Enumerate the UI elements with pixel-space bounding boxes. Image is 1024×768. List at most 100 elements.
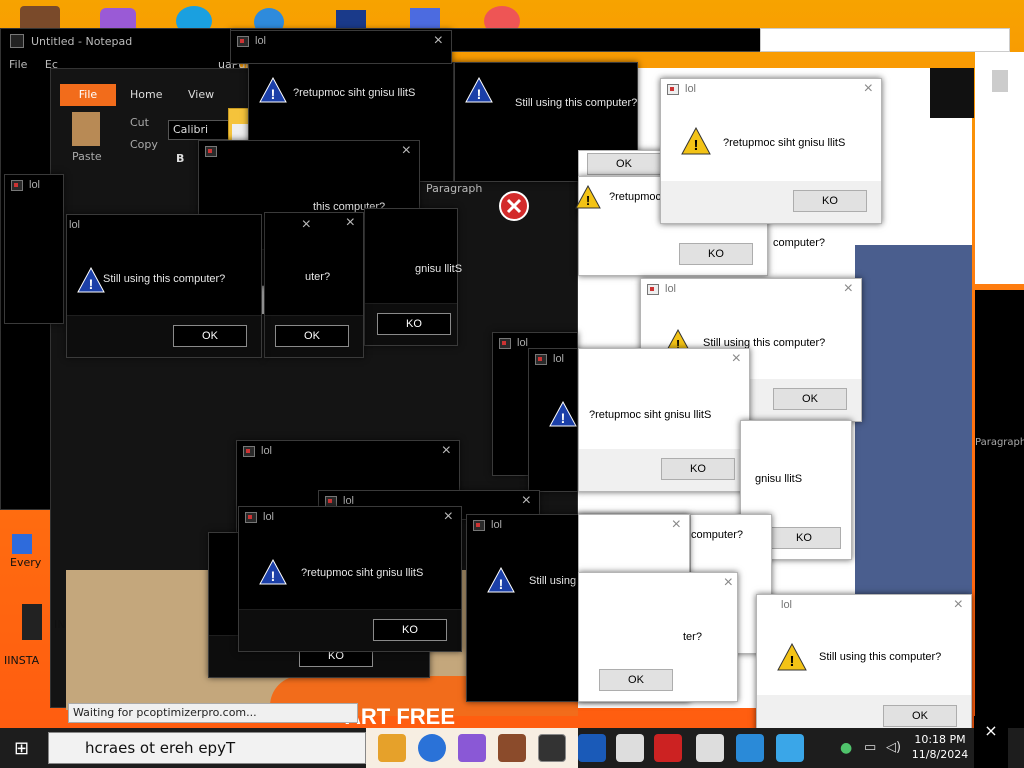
svg-text:!: ! bbox=[790, 653, 795, 670]
dialog-dark[interactable]: gnisu llitS KO bbox=[364, 208, 462, 346]
paste-label: Paste bbox=[72, 150, 102, 163]
warning-blue-icon: ! bbox=[487, 567, 515, 593]
ko-button[interactable]: KO bbox=[767, 527, 841, 549]
ok-button[interactable]: OK bbox=[173, 325, 247, 347]
app-icon[interactable] bbox=[736, 734, 764, 762]
app-icon[interactable] bbox=[776, 734, 804, 762]
banner-text: ART FREE bbox=[345, 704, 455, 729]
warning-yellow-icon: ! bbox=[681, 127, 711, 155]
dialog-light[interactable]: × ter? OK bbox=[578, 572, 738, 702]
ok-button[interactable]: OK bbox=[883, 705, 957, 727]
warning-blue-icon: ! bbox=[549, 401, 577, 427]
desktop-icon-installer[interactable] bbox=[22, 604, 42, 640]
close-icon[interactable]: × bbox=[954, 596, 963, 614]
file-explorer-icon[interactable] bbox=[378, 734, 406, 762]
dialog-title: lol bbox=[685, 83, 697, 95]
teams-icon[interactable] bbox=[458, 734, 486, 762]
dialog-dark[interactable]: lol bbox=[4, 174, 64, 324]
dialog-message: ?retupmoc siht gnisu llitS bbox=[589, 409, 712, 421]
volume-icon[interactable]: ◁) bbox=[886, 740, 901, 755]
windows-start-icon[interactable]: ⊞ bbox=[14, 738, 29, 759]
ko-button[interactable]: KO bbox=[793, 190, 867, 212]
ok-button[interactable]: OK bbox=[599, 669, 673, 691]
app-icon[interactable] bbox=[498, 734, 526, 762]
dialog-app-icon bbox=[237, 36, 249, 47]
dialog-light[interactable]: lol × ! Still using this computer? OK bbox=[756, 594, 972, 738]
dialog-dark[interactable]: × uter? OK bbox=[264, 212, 364, 358]
hamburger-icon[interactable]: ☰ bbox=[960, 120, 973, 136]
warning-blue-icon: ! bbox=[259, 77, 287, 103]
paragraph-label: Paragraph bbox=[426, 182, 483, 195]
ko-button[interactable]: KO bbox=[377, 313, 451, 335]
taskbar-clock[interactable]: 10:18 PM 11/8/2024 bbox=[910, 732, 970, 762]
dialog-message: Still using this computer? bbox=[515, 97, 638, 109]
ko-button[interactable]: KO bbox=[373, 619, 447, 641]
dialog-title: lol bbox=[665, 283, 677, 295]
close-icon[interactable]: × bbox=[402, 142, 411, 160]
dialog-dark[interactable]: lol × ! ?retupmoc siht gnisu llitS KO bbox=[238, 506, 462, 652]
app-icon[interactable] bbox=[616, 734, 644, 762]
app-icon[interactable] bbox=[654, 734, 682, 762]
close-icon[interactable]: × bbox=[442, 442, 451, 460]
close-icon[interactable]: × bbox=[844, 280, 853, 298]
dialog-title: lol bbox=[491, 519, 503, 531]
dialog-message: ?retupmoc siht gnisu llitS bbox=[723, 137, 846, 149]
close-icon[interactable]: × bbox=[864, 80, 873, 98]
close-icon[interactable]: × bbox=[434, 32, 443, 50]
word-view-tab[interactable]: View bbox=[188, 88, 214, 101]
warning-blue-icon: ! bbox=[259, 559, 287, 585]
dialog-title: lol bbox=[69, 219, 81, 231]
paste-icon[interactable] bbox=[72, 112, 100, 146]
dialog-message-fragment: computer? bbox=[773, 237, 825, 249]
taskbar-date: 11/8/2024 bbox=[911, 748, 969, 761]
close-icon[interactable]: × bbox=[346, 214, 355, 232]
close-icon[interactable]: × bbox=[302, 216, 311, 234]
dialog-dark[interactable]: lol × ! Still using this computer? OK bbox=[66, 214, 311, 358]
dialog-title: lol bbox=[781, 599, 793, 611]
user-icon[interactable]: ● bbox=[840, 740, 852, 756]
taskbar-search-input[interactable]: hcraes ot ereh epyT bbox=[48, 732, 366, 764]
warning-blue-icon: ! bbox=[465, 77, 493, 103]
ko-button[interactable]: KO bbox=[661, 458, 735, 480]
word-home-tab[interactable]: Home bbox=[130, 88, 162, 101]
notepad-menu-file[interactable]: File bbox=[9, 58, 27, 71]
close-icon[interactable]: × bbox=[522, 492, 531, 510]
bold-button[interactable]: B bbox=[176, 152, 184, 165]
dialog-title: lol bbox=[553, 353, 565, 365]
ok-button[interactable]: OK bbox=[587, 153, 661, 175]
dialog-message: ?retupmoc siht gnisu llitS bbox=[301, 567, 424, 579]
ok-button[interactable]: OK bbox=[773, 388, 847, 410]
desktop-icon-every[interactable] bbox=[12, 534, 32, 554]
scrollbar-thumb[interactable] bbox=[992, 70, 1008, 92]
firefox-icon[interactable] bbox=[418, 734, 446, 762]
dialog-light[interactable]: lol × ! ?retupmoc siht gnisu llitS KO bbox=[660, 78, 882, 224]
dialog-message: Still using this computer? bbox=[103, 273, 226, 285]
dialog-message-fragment: uter? bbox=[305, 271, 331, 283]
cut-button[interactable]: Cut bbox=[130, 116, 149, 129]
close-icon[interactable]: × bbox=[732, 350, 741, 368]
close-icon[interactable]: × bbox=[974, 716, 1008, 768]
dialog-light[interactable]: × ?retupmoc siht gnisu llitS KO bbox=[578, 348, 750, 492]
network-icon[interactable]: ▭ bbox=[864, 740, 876, 755]
close-icon[interactable]: × bbox=[444, 508, 453, 526]
svg-text:!: ! bbox=[271, 568, 276, 584]
close-icon[interactable]: × bbox=[672, 516, 681, 534]
background-window-bar-light bbox=[760, 28, 1010, 52]
svg-text:!: ! bbox=[477, 86, 482, 102]
light-window-image bbox=[855, 245, 972, 595]
app-icon[interactable] bbox=[696, 734, 724, 762]
copy-button[interactable]: Copy bbox=[130, 138, 158, 151]
desktop-icon-label: IINSTA bbox=[4, 654, 40, 667]
dialog-title: lol bbox=[29, 179, 41, 191]
ok-button[interactable]: OK bbox=[275, 325, 349, 347]
dialog-dark[interactable]: lol × bbox=[230, 30, 452, 64]
light-window-menu[interactable] bbox=[930, 68, 974, 118]
terminal-icon[interactable] bbox=[538, 734, 566, 762]
dialog-app-icon bbox=[205, 146, 217, 157]
app-icon[interactable] bbox=[578, 734, 606, 762]
dialog-dark[interactable]: lol ! bbox=[528, 348, 578, 492]
svg-text:!: ! bbox=[586, 193, 590, 208]
word-file-tab[interactable]: File bbox=[60, 84, 116, 106]
ko-button[interactable]: KO bbox=[679, 243, 753, 265]
close-icon[interactable]: × bbox=[724, 574, 733, 592]
